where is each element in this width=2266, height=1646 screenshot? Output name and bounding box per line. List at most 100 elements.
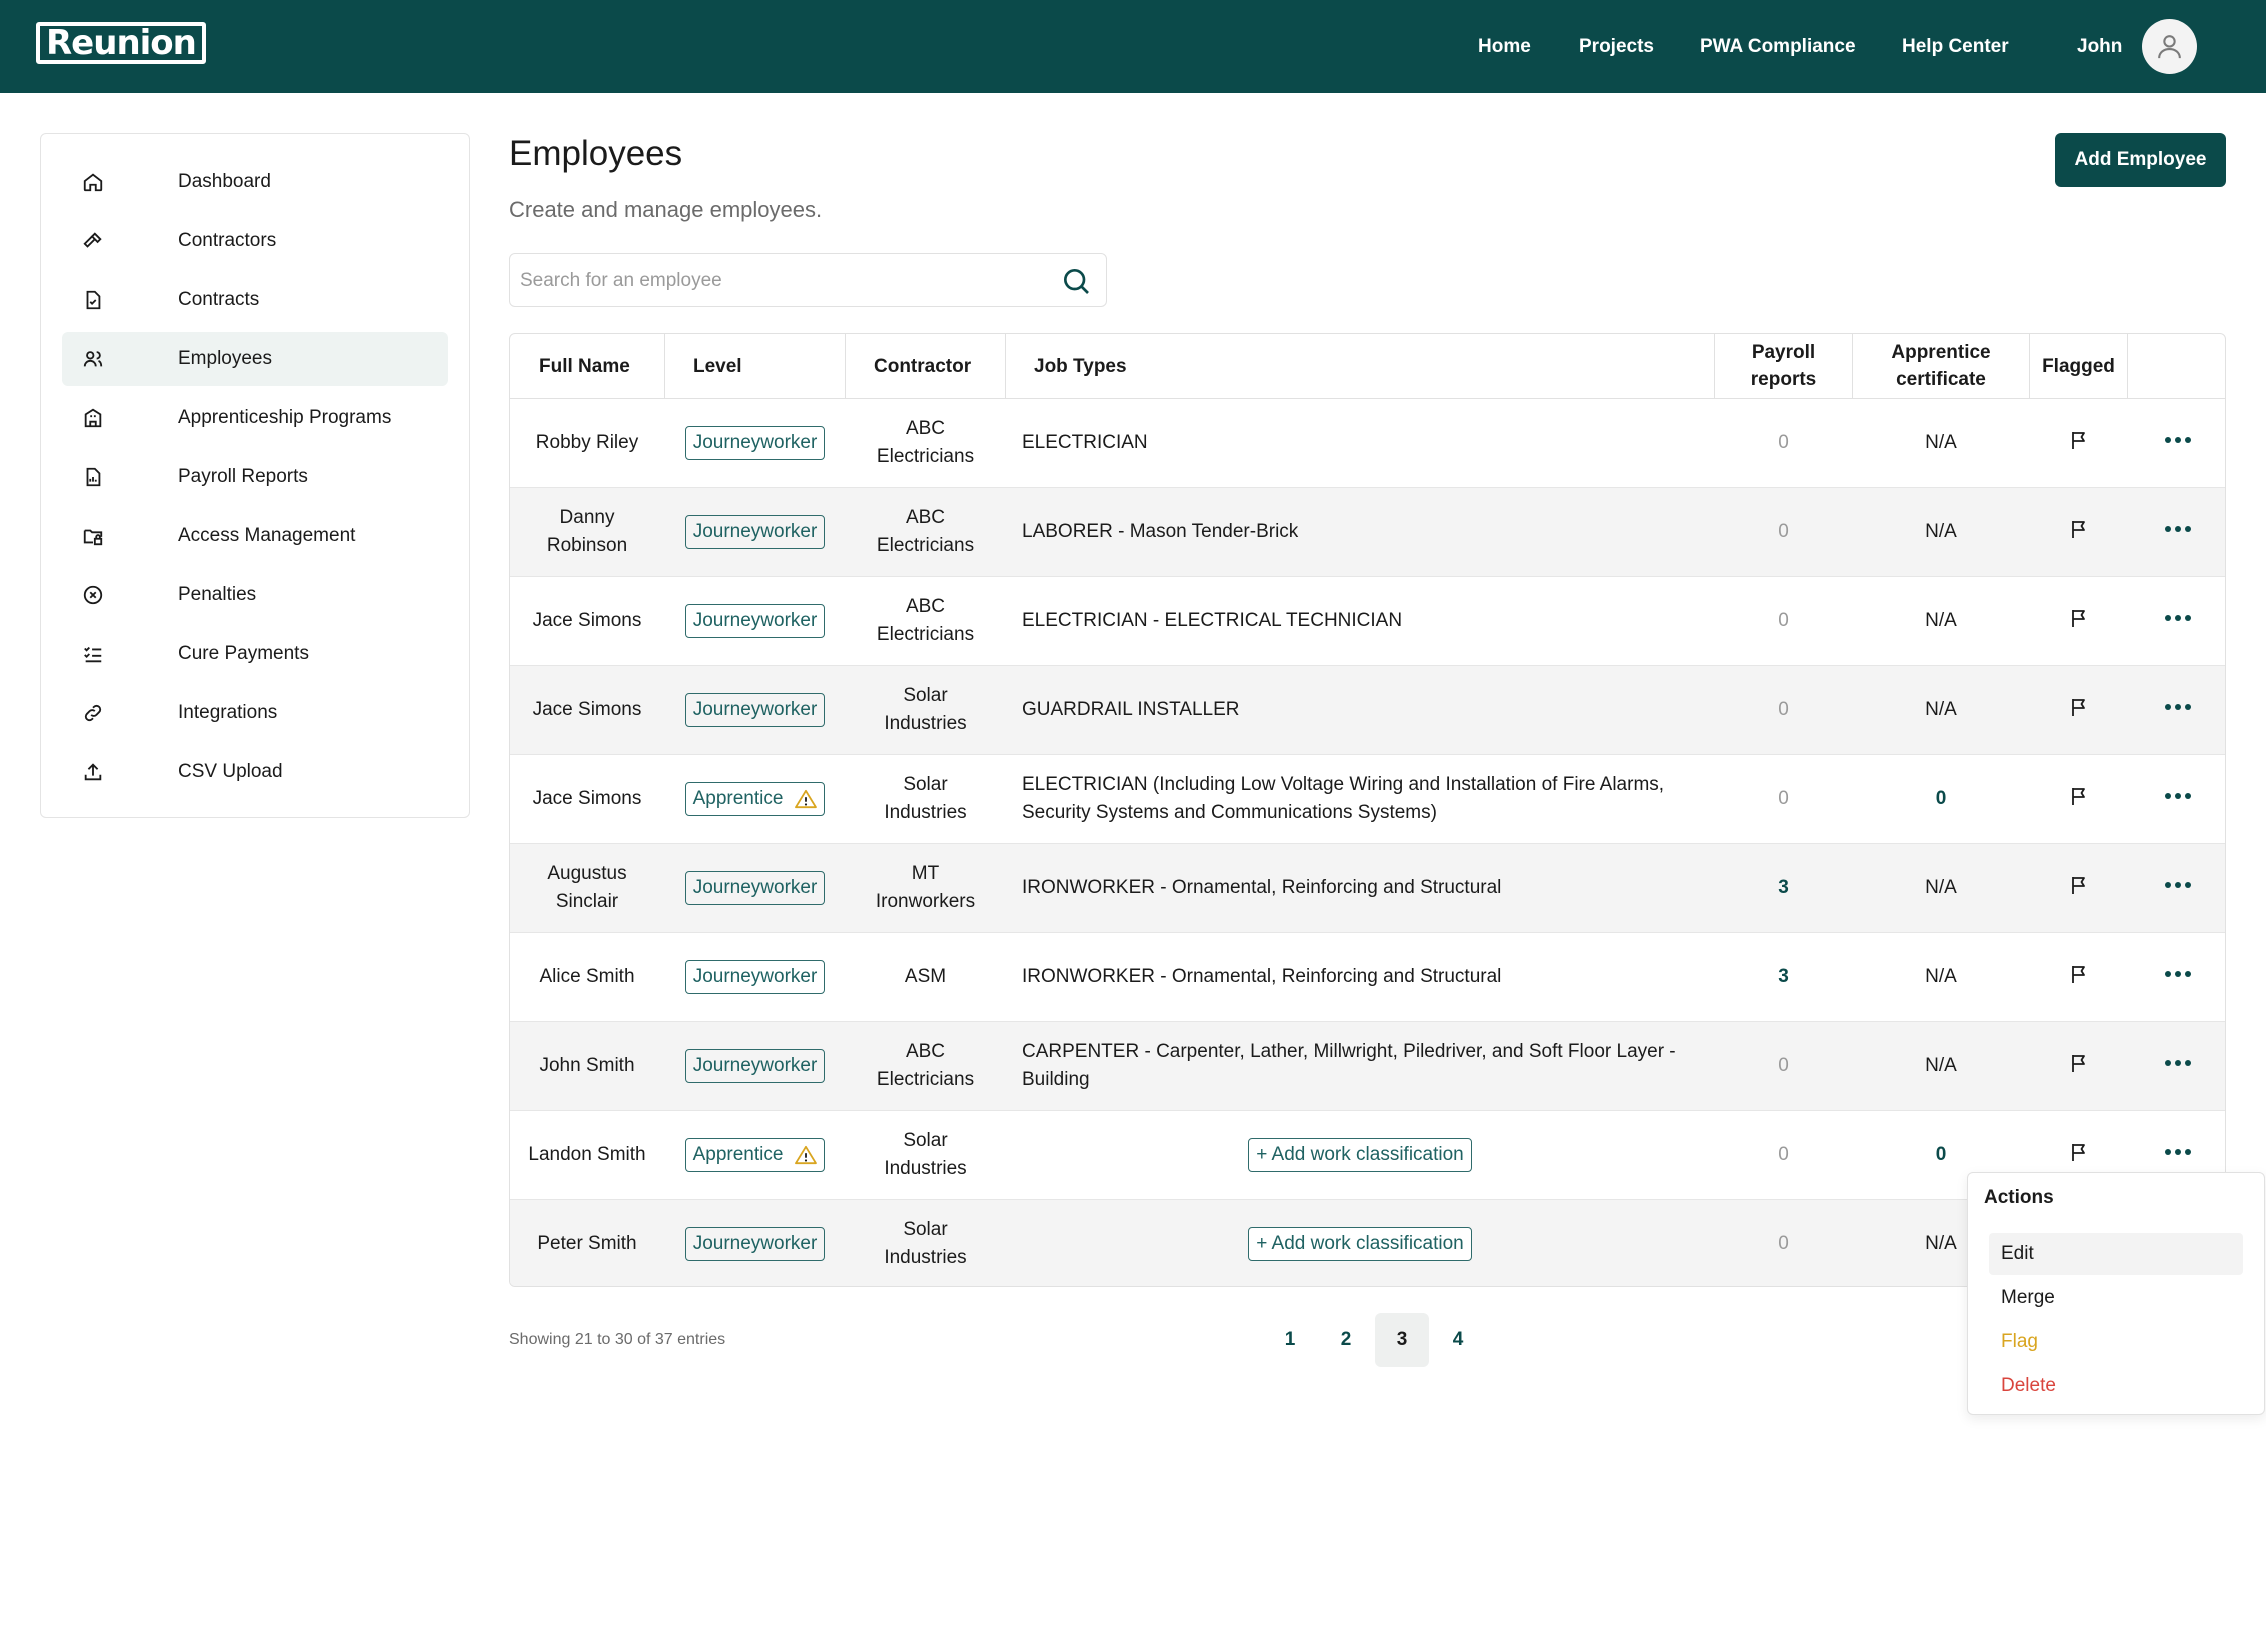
sidebar-item-csv-upload[interactable]: CSV Upload [62,745,448,799]
payroll-reports-count: 0 [1778,699,1789,720]
building-icon [84,408,102,428]
user-name[interactable]: John [2077,0,2122,93]
flag-icon[interactable] [2070,1053,2088,1073]
flag-icon[interactable] [2070,875,2088,895]
nav-pwa-compliance[interactable]: PWA Compliance [1700,0,1856,93]
search-box [509,253,1107,307]
sidebar-item-contractors[interactable]: Contractors [62,214,448,268]
menu-item-merge[interactable]: Merge [1989,1277,2243,1319]
header-apprentice-certificate[interactable]: Apprentice certificate [1853,334,2029,398]
table-row[interactable]: Robby Riley Journeyworker ABC Electricians E… [510,399,2225,488]
sidebar-item-label: Contracts [178,289,260,310]
table-row[interactable]: Alice Smith Journeyworker ASM IRONWORKER - … [510,933,2225,1022]
add-work-classification-button[interactable]: + Add work classification [1248,1138,1472,1172]
sidebar-item-apprenticeship-programs[interactable]: Apprenticeship Programs [62,391,448,445]
page-3-button[interactable]: 3 [1375,1313,1429,1367]
table-row[interactable]: Jace Simons Journeyworker ABC Electricians E… [510,577,2225,666]
table-row[interactable]: John Smith Journeyworker ABC Electricians CA… [510,1022,2225,1111]
nav-projects[interactable]: Projects [1579,0,1654,93]
header-full-name[interactable]: Full Name [539,334,630,398]
level-badge[interactable]: Journeyworker [684,1227,826,1261]
add-work-classification-button[interactable]: + Add work classification [1248,1227,1472,1261]
apprentice-certificate-value[interactable]: 0 [1936,1141,1947,1169]
flagged-cell [2030,755,2127,843]
sidebar-item-access-management[interactable]: Access Management [62,509,448,563]
employee-name: Alice Smith [539,966,635,987]
sidebar-item-cure-payments[interactable]: Cure Payments [62,627,448,681]
flag-icon[interactable] [2070,430,2088,450]
more-actions-icon[interactable] [2163,791,2193,801]
contractor-name: Industries [884,1247,967,1268]
level-cell: Apprentice [665,1111,845,1199]
avatar[interactable] [2142,19,2197,74]
level-badge[interactable]: Journeyworker [684,960,826,994]
flag-icon[interactable] [2070,1142,2088,1162]
more-actions-icon[interactable] [2163,1058,2193,1068]
more-actions-icon[interactable] [2163,702,2193,712]
payroll-reports-cell: 0 [1715,399,1852,487]
level-badge[interactable]: Apprentice [684,1138,826,1172]
add-employee-button[interactable]: Add Employee [2055,133,2226,187]
sidebar-item-label: Employees [178,348,272,369]
level-badge[interactable]: Journeyworker [684,1049,826,1083]
level-badge[interactable]: Journeyworker [684,604,826,638]
job-types-cell: LABORER - Mason Tender-Brick [1022,488,1712,576]
page-2-button[interactable]: 2 [1319,1313,1373,1367]
more-actions-icon[interactable] [2163,524,2193,534]
nav-home[interactable]: Home [1478,0,1531,93]
level-badge[interactable]: Journeyworker [684,871,826,905]
sidebar-item-integrations[interactable]: Integrations [62,686,448,740]
sidebar-item-penalties[interactable]: Penalties [62,568,448,622]
flag-icon[interactable] [2070,519,2088,539]
payroll-reports-count[interactable]: 3 [1778,874,1789,902]
table-row[interactable]: Jace Simons Apprentice Solar Industries ELEC… [510,755,2225,844]
more-actions-icon[interactable] [2163,435,2193,445]
apprentice-certificate-cell: N/A [1853,488,2029,576]
table-row[interactable]: Danny Robinson Journeyworker ABC Electrician… [510,488,2225,577]
level-badge[interactable]: Journeyworker [684,515,826,549]
level-badge-label: Journeyworker [692,877,818,898]
reunion-logo[interactable]: Reunion [36,22,206,64]
sidebar-item-payroll-reports[interactable]: Payroll Reports [62,450,448,504]
payroll-reports-count[interactable]: 3 [1778,963,1789,991]
employee-name: Sinclair [555,891,619,912]
job-types-cell: GUARDRAIL INSTALLER [1022,666,1712,754]
header-contractor[interactable]: Contractor [874,334,971,398]
search-input[interactable] [520,266,1040,296]
level-badge[interactable]: Journeyworker [684,693,826,727]
sidebar-item-employees[interactable]: Employees [62,332,448,386]
flag-icon[interactable] [2070,786,2088,806]
more-actions-icon[interactable] [2163,880,2193,890]
level-badge[interactable]: Apprentice [684,782,826,816]
more-actions-icon[interactable] [2163,969,2193,979]
table-row[interactable]: Augustus Sinclair Journeyworker MT Ironworke… [510,844,2225,933]
more-actions-icon[interactable] [2163,1147,2193,1157]
contractor-name: Solar [903,1130,948,1151]
level-badge-label: Apprentice [692,788,784,809]
header-job-types[interactable]: Job Types [1034,334,1127,398]
header-level[interactable]: Level [693,334,742,398]
sidebar-item-contracts[interactable]: Contracts [62,273,448,327]
flag-icon[interactable] [2070,697,2088,717]
job-types-cell: IRONWORKER - Ornamental, Reinforcing and… [1022,933,1712,1021]
sidebar-item-dashboard[interactable]: Dashboard [62,155,448,209]
flag-icon[interactable] [2070,608,2088,628]
header-payroll-line2: reports [1750,369,1817,390]
level-badge[interactable]: Journeyworker [684,426,826,460]
page-4-button[interactable]: 4 [1431,1313,1485,1367]
menu-item-edit[interactable]: Edit [1989,1233,2243,1275]
more-actions-icon[interactable] [2163,613,2193,623]
apprentice-certificate-value: N/A [1925,521,1957,542]
job-type-line: IRONWORKER - Ornamental, Reinforcing and… [1022,966,1502,987]
search-icon[interactable] [1060,265,1092,297]
menu-item-delete[interactable]: Delete [1989,1365,2243,1407]
page-1-button[interactable]: 1 [1263,1313,1317,1367]
header-payroll-reports[interactable]: Payroll reports [1715,334,1852,398]
header-flagged[interactable]: Flagged [2030,334,2127,398]
contractor-cell: Solar Industries [846,666,1005,754]
nav-help-center[interactable]: Help Center [1902,0,2009,93]
apprentice-certificate-value[interactable]: 0 [1936,785,1947,813]
menu-item-flag[interactable]: Flag [1989,1321,2243,1363]
flag-icon[interactable] [2070,964,2088,984]
table-row[interactable]: Jace Simons Journeyworker Solar Industries G… [510,666,2225,755]
